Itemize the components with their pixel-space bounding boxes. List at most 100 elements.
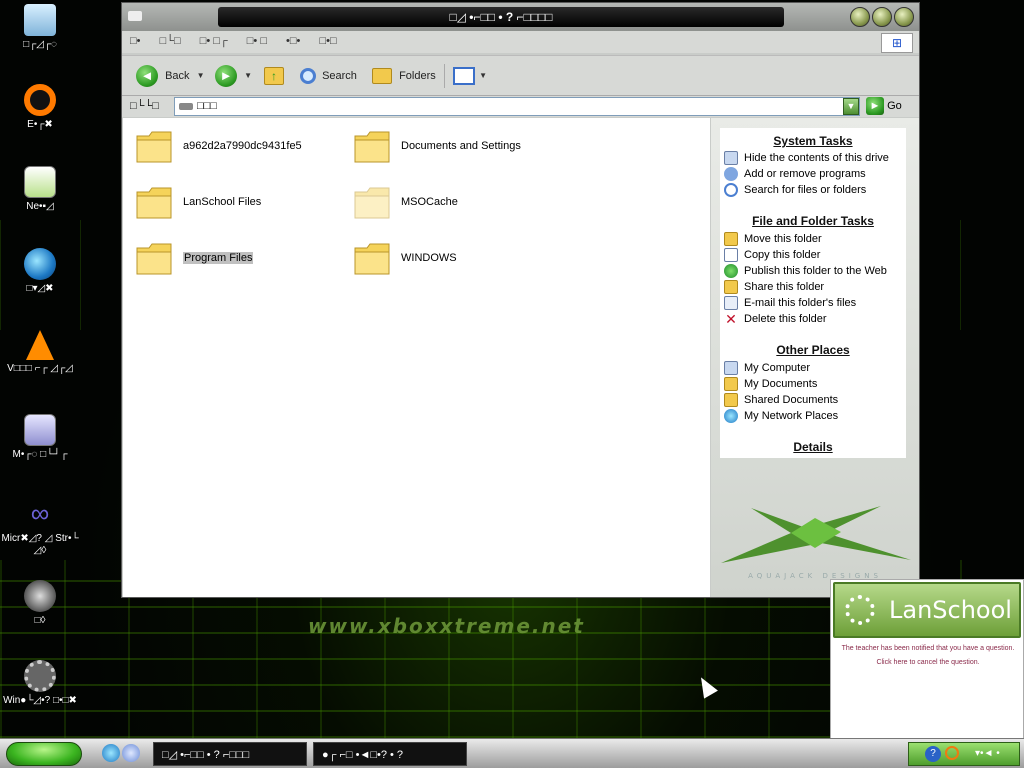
desktop-icon-label: □◊ [34, 615, 46, 626]
lanschool-popup[interactable]: LanSchool The teacher has been notified … [830, 579, 1024, 739]
maximize-button[interactable] [872, 7, 892, 27]
drive-icon [179, 103, 193, 110]
task-pane: System Tasks Hide the contents of this d… [711, 118, 919, 597]
system-tray: ? ▾•◄ • [908, 742, 1020, 766]
windows-logo-icon: ⊞ [881, 33, 913, 53]
lanschool-logo-icon [845, 595, 875, 625]
task-share-folder[interactable]: Share this folder [724, 279, 824, 295]
task-search-files[interactable]: Search for files or folders [724, 182, 866, 198]
desktop-icon-vlc[interactable]: V□□□ ⌐┌ ◿┌◿ [0, 330, 80, 375]
system-tasks-title[interactable]: System Tasks [720, 134, 906, 148]
quick-launch-icon[interactable] [122, 744, 140, 762]
details-title[interactable]: Details [720, 440, 906, 454]
folder-name: WINDOWS [401, 252, 457, 264]
folder-item[interactable]: WINDOWS [341, 240, 541, 280]
back-dropdown-icon[interactable]: ▼ [197, 71, 205, 80]
orange-ring-icon [24, 84, 56, 116]
folder-item[interactable]: Program Files [123, 240, 323, 280]
taskbar-task-explorer[interactable]: □◿ •⌐□□ • ? ⌐□□□ [153, 742, 307, 766]
folder-view[interactable]: a962d2a7990dc9431fe5 Documents and Setti… [123, 118, 710, 597]
back-button[interactable]: ◄ Back ▼ [136, 64, 205, 88]
menu-tools[interactable]: •□• [286, 35, 300, 47]
folders-button[interactable]: Folders [372, 64, 436, 88]
lanschool-message[interactable]: The teacher has been notified that you h… [837, 642, 1019, 670]
folders-label: Folders [399, 70, 436, 82]
desktop-icon-label: M•┌◌ □└┘┌ [12, 449, 68, 460]
toolbar: ◄ Back ▼ ► ▼ ↑ Search Folders ▼ [122, 55, 919, 95]
go-label: Go [887, 100, 902, 112]
address-input[interactable]: □□□ [174, 97, 860, 116]
traffic-cone-icon [26, 330, 54, 360]
folder-icon [136, 131, 172, 163]
desktop-icon-media[interactable]: M•┌◌ □└┘┌ [0, 414, 80, 461]
search-button[interactable]: Search [300, 64, 357, 88]
folder-icon [354, 187, 390, 219]
forward-arrow-icon: ► [215, 65, 237, 88]
task-publish-folder[interactable]: Publish this folder to the Web [724, 263, 887, 279]
address-value: □□□ [197, 100, 217, 112]
folder-name: LanSchool Files [183, 196, 262, 208]
folder-item[interactable]: Documents and Settings [341, 128, 561, 168]
desktop-watermark: www.xboxxtreme.net [308, 614, 585, 638]
menu-view[interactable]: □• □┌ [200, 35, 228, 47]
explorer-window[interactable]: □◿ •⌐□□ • ? ⌐□□□□ □• □└□ □• □┌ □• □ •□• … [121, 2, 920, 598]
folder-name: Program Files [183, 252, 254, 264]
task-hide-drive-contents[interactable]: Hide the contents of this drive [724, 150, 889, 166]
place-my-documents[interactable]: My Documents [724, 376, 817, 392]
window-menu-icon[interactable] [128, 11, 142, 21]
file-folder-tasks-title[interactable]: File and Folder Tasks [720, 214, 906, 228]
up-folder-button[interactable]: ↑ [264, 64, 284, 88]
recycle-bin-icon [24, 4, 56, 36]
place-my-network[interactable]: My Network Places [724, 408, 838, 424]
taskbar-task-second[interactable]: ●┌ ⌐□ •◄□•? • ? [313, 742, 467, 766]
place-label: My Network Places [744, 410, 839, 422]
task-label: E-mail this folder's files [744, 297, 857, 309]
place-label: My Documents [744, 378, 818, 390]
desktop-icon-raccoon[interactable]: □◊ [0, 580, 80, 627]
desktop-icon-visual-studio[interactable]: ∞ Micr✖◿? ◿ Str•└ ◿◊ [0, 498, 80, 557]
task-email-files[interactable]: E-mail this folder's files [724, 295, 856, 311]
task-add-remove-programs[interactable]: Add or remove programs [724, 166, 866, 182]
close-button[interactable] [894, 7, 914, 27]
views-button[interactable]: ▼ [444, 64, 487, 88]
place-label: My Computer [744, 362, 811, 374]
menu-edit[interactable]: □└□ [160, 35, 181, 47]
folder-item[interactable]: LanSchool Files [123, 184, 323, 224]
place-label: Shared Documents [744, 394, 839, 406]
start-button[interactable] [6, 742, 82, 766]
folder-name: a962d2a7990dc9431fe5 [183, 140, 302, 152]
taskbar: □◿ •⌐□□ • ? ⌐□□□ ●┌ ⌐□ •◄□•? • ? ? ▾•◄ • [0, 738, 1024, 768]
other-places-title[interactable]: Other Places [720, 343, 906, 357]
desktop-icon-notepad[interactable]: Ne•▪◿ [0, 166, 80, 213]
publish-web-icon [724, 264, 738, 279]
menu-file[interactable]: □• [130, 35, 141, 47]
folder-item[interactable]: a962d2a7990dc9431fe5 [123, 128, 323, 168]
lanschool-header: LanSchool [833, 582, 1021, 638]
go-button[interactable]: ► Go [866, 97, 902, 116]
desktop-icon-label: Ne•▪◿ [26, 201, 54, 212]
desktop-icon-recycle-bin[interactable]: □┌◿┌◌ [0, 4, 80, 51]
desktop-icon-browser[interactable]: □▾◿✖ [0, 248, 80, 295]
menu-help[interactable]: □•□ [319, 35, 336, 47]
internet-explorer-icon[interactable] [102, 744, 120, 762]
network-places-icon [724, 409, 738, 424]
desktop-icon-app-orange[interactable]: E•┌✖ [0, 84, 80, 131]
help-icon[interactable]: ? [925, 746, 941, 762]
my-documents-icon [724, 377, 738, 392]
address-dropdown-icon[interactable]: ▼ [843, 98, 859, 115]
place-shared-documents[interactable]: Shared Documents [724, 392, 838, 408]
menu-favorites[interactable]: □• □ [247, 35, 267, 47]
desktop-icon-movie-maker[interactable]: Win●└◿•? □•□✖ [0, 660, 80, 707]
place-my-computer[interactable]: My Computer [724, 360, 810, 376]
search-icon[interactable] [945, 746, 959, 760]
views-dropdown-icon[interactable]: ▼ [479, 71, 487, 80]
folder-item[interactable]: MSOCache [341, 184, 541, 224]
forward-dropdown-icon[interactable]: ▼ [244, 71, 252, 80]
go-arrow-icon: ► [866, 97, 884, 116]
title-bar[interactable]: □◿ •⌐□□ • ? ⌐□□□□ [122, 3, 919, 31]
task-delete-folder[interactable]: ✕ Delete this folder [724, 311, 826, 327]
task-move-folder[interactable]: Move this folder [724, 231, 822, 247]
task-copy-folder[interactable]: Copy this folder [724, 247, 820, 263]
minimize-button[interactable] [850, 7, 870, 27]
forward-button[interactable]: ► ▼ [215, 64, 252, 88]
